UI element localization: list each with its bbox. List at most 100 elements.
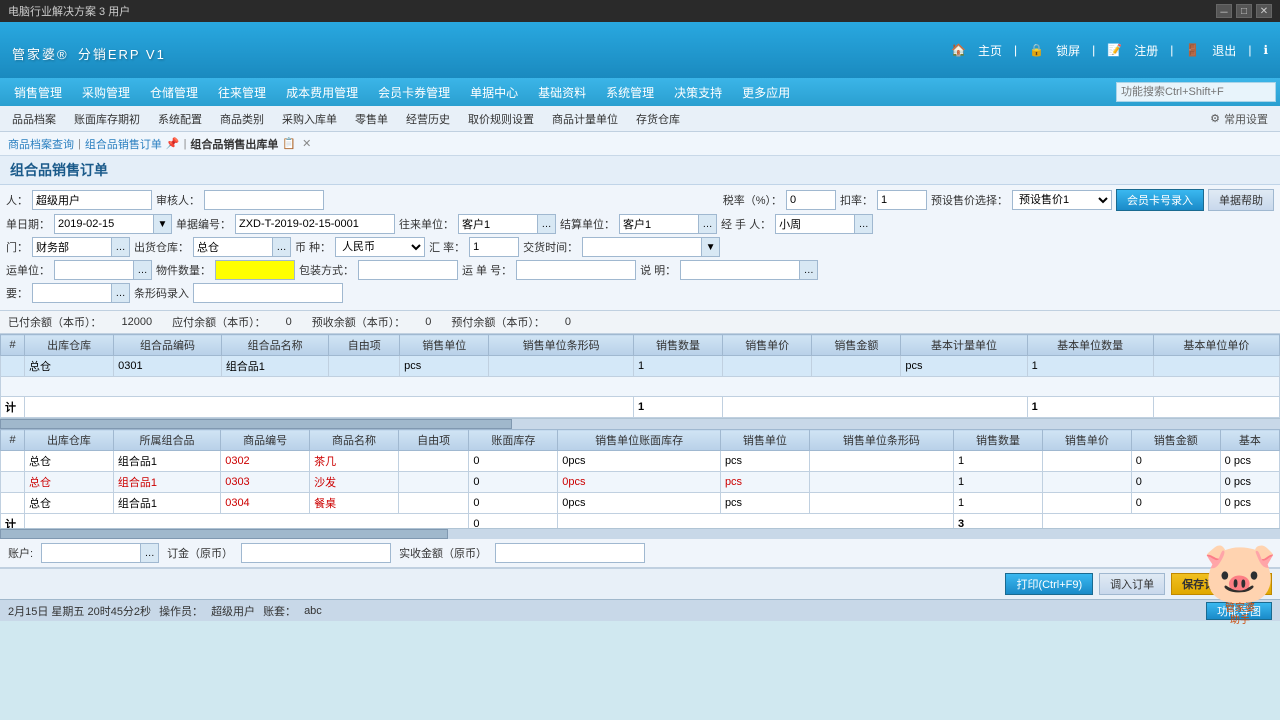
- nav-decision[interactable]: 决策支持: [664, 78, 732, 106]
- main-scroll-thumb[interactable]: [0, 419, 512, 429]
- pack-input[interactable]: [358, 260, 458, 280]
- nav-basics[interactable]: 基础资料: [528, 78, 596, 106]
- currency-select[interactable]: 人民币: [335, 237, 425, 257]
- drow3-combo: 组合品1: [113, 493, 220, 514]
- th-qty: 销售数量: [633, 335, 722, 356]
- register-link[interactable]: 注册: [1134, 42, 1158, 59]
- lock-link[interactable]: 锁屏: [1056, 42, 1080, 59]
- detail-row-1[interactable]: 总仓 组合品1 0302 茶几 0 0pcs pcs 1 0 0 pcs: [1, 451, 1280, 472]
- ship-label: 运单位：: [6, 262, 50, 278]
- settle-picker-btn[interactable]: …: [699, 214, 717, 234]
- drow1-unit: pcs: [720, 451, 809, 472]
- toolbar-products[interactable]: 品品档案: [4, 108, 64, 130]
- partner-field: …: [458, 214, 556, 234]
- window-controls[interactable]: － □ ✕: [1216, 4, 1272, 18]
- minimize-btn[interactable]: －: [1216, 4, 1232, 18]
- toolbar-category[interactable]: 商品类别: [212, 108, 272, 130]
- nav-member[interactable]: 会员卡券管理: [368, 78, 460, 106]
- toolbar-config[interactable]: 系统配置: [150, 108, 210, 130]
- order-input[interactable]: [241, 543, 391, 563]
- reviewer-input[interactable]: [204, 190, 324, 210]
- nav-partners[interactable]: 往来管理: [208, 78, 276, 106]
- toolbar-stock[interactable]: 存货仓库: [628, 108, 688, 130]
- nav-purchase[interactable]: 采购管理: [72, 78, 140, 106]
- save-btn[interactable]: 保存订单（F5）: [1171, 573, 1272, 595]
- row-num: [1, 356, 25, 377]
- nav-system[interactable]: 系统管理: [596, 78, 664, 106]
- drow2-qty: 1: [954, 472, 1043, 493]
- detail-scroll-thumb[interactable]: [0, 529, 448, 539]
- nav-more[interactable]: 更多应用: [732, 78, 800, 106]
- note-input[interactable]: [680, 260, 800, 280]
- nav-docs[interactable]: 单据中心: [460, 78, 528, 106]
- dept-picker-btn[interactable]: …: [112, 237, 130, 257]
- ship-picker-btn[interactable]: …: [134, 260, 152, 280]
- delivery-picker-btn[interactable]: ▼: [702, 237, 720, 257]
- detail-scroll-track[interactable]: [0, 529, 1280, 539]
- close-btn[interactable]: ✕: [1256, 4, 1272, 18]
- home-link[interactable]: 主页: [978, 42, 1002, 59]
- barcode-input[interactable]: [193, 283, 343, 303]
- toolbar-retail[interactable]: 零售单: [347, 108, 396, 130]
- rate-input[interactable]: [469, 237, 519, 257]
- ship-input[interactable]: [54, 260, 134, 280]
- settle-input[interactable]: [619, 214, 699, 234]
- warehouse-input[interactable]: [193, 237, 273, 257]
- detail-row-2[interactable]: 总仓 组合品1 0303 沙发 0 0pcs pcs 1 0 0 pcs: [1, 472, 1280, 493]
- account-picker-btn[interactable]: …: [141, 543, 159, 563]
- toolbar-account[interactable]: 账面库存期初: [66, 108, 148, 130]
- docno-input[interactable]: [235, 214, 395, 234]
- person-input[interactable]: [32, 190, 152, 210]
- status-account-label: 账套：: [263, 603, 296, 619]
- note-picker-btn[interactable]: …: [800, 260, 818, 280]
- main-scroll-track[interactable]: [0, 419, 1280, 429]
- print-btn[interactable]: 打印(Ctrl+F9): [1005, 573, 1093, 595]
- dept-input[interactable]: [32, 237, 112, 257]
- page-title: 组合品销售订单: [10, 162, 108, 178]
- nav-sales[interactable]: 销售管理: [4, 78, 72, 106]
- toolbar-units[interactable]: 商品计量单位: [544, 108, 626, 130]
- breadcrumb-close-btn[interactable]: ✕: [302, 137, 311, 150]
- received-input[interactable]: [495, 543, 645, 563]
- price-select[interactable]: 预设售价1: [1012, 190, 1112, 210]
- main-table-row[interactable]: 总仓 0301 组合品1 pcs 1 pcs 1: [1, 356, 1280, 377]
- member-card-btn[interactable]: 会员卡号录入: [1116, 189, 1204, 211]
- drow2-stock: 0: [469, 472, 558, 493]
- help-map-btn[interactable]: 功能导图: [1206, 602, 1272, 620]
- maximize-btn[interactable]: □: [1236, 4, 1252, 18]
- date-picker-btn[interactable]: ▼: [154, 214, 172, 234]
- itemqty-input[interactable]: [215, 260, 295, 280]
- req-input[interactable]: [32, 283, 112, 303]
- account-input[interactable]: [41, 543, 141, 563]
- toolbar-purchase[interactable]: 采购入库单: [274, 108, 345, 130]
- toolbar-settings[interactable]: ⚙ 常用设置: [1210, 111, 1276, 127]
- exit-link[interactable]: 退出: [1212, 42, 1236, 59]
- partner-input[interactable]: [458, 214, 538, 234]
- help-btn[interactable]: 单据帮助: [1208, 189, 1274, 211]
- breadcrumb-item-2[interactable]: 组合品销售订单: [85, 136, 162, 152]
- date-input[interactable]: [54, 214, 154, 234]
- import-btn[interactable]: 调入订单: [1099, 573, 1165, 595]
- shipno-input[interactable]: [516, 260, 636, 280]
- tax-input[interactable]: [786, 190, 836, 210]
- discount-input[interactable]: [877, 190, 927, 210]
- req-picker-btn[interactable]: …: [112, 283, 130, 303]
- form-row-5: 要： … 条形码录入: [6, 283, 1274, 303]
- toolbar-history[interactable]: 经营历史: [398, 108, 458, 130]
- detail-table-container: # 出库仓库 所属组合品 商品编号 商品名称 自由项 账面库存 销售单位账面库存…: [0, 429, 1280, 529]
- nav-cost[interactable]: 成本费用管理: [276, 78, 368, 106]
- detail-row-3[interactable]: 总仓 组合品1 0304 餐桌 0 0pcs pcs 1 0 0 pcs: [1, 493, 1280, 514]
- nav-warehouse[interactable]: 仓储管理: [140, 78, 208, 106]
- row-qty: 1: [633, 356, 722, 377]
- manager-picker-btn[interactable]: …: [855, 214, 873, 234]
- nav-search-input[interactable]: [1116, 82, 1276, 102]
- breadcrumb-item-1[interactable]: 商品档案查询: [8, 136, 74, 152]
- manager-field: …: [775, 214, 873, 234]
- warehouse-picker-btn[interactable]: …: [273, 237, 291, 257]
- delivery-input[interactable]: [582, 237, 702, 257]
- pack-label: 包装方式：: [299, 262, 354, 278]
- manager-input[interactable]: [775, 214, 855, 234]
- row-amount: [812, 356, 901, 377]
- toolbar-price[interactable]: 取价规则设置: [460, 108, 542, 130]
- partner-picker-btn[interactable]: …: [538, 214, 556, 234]
